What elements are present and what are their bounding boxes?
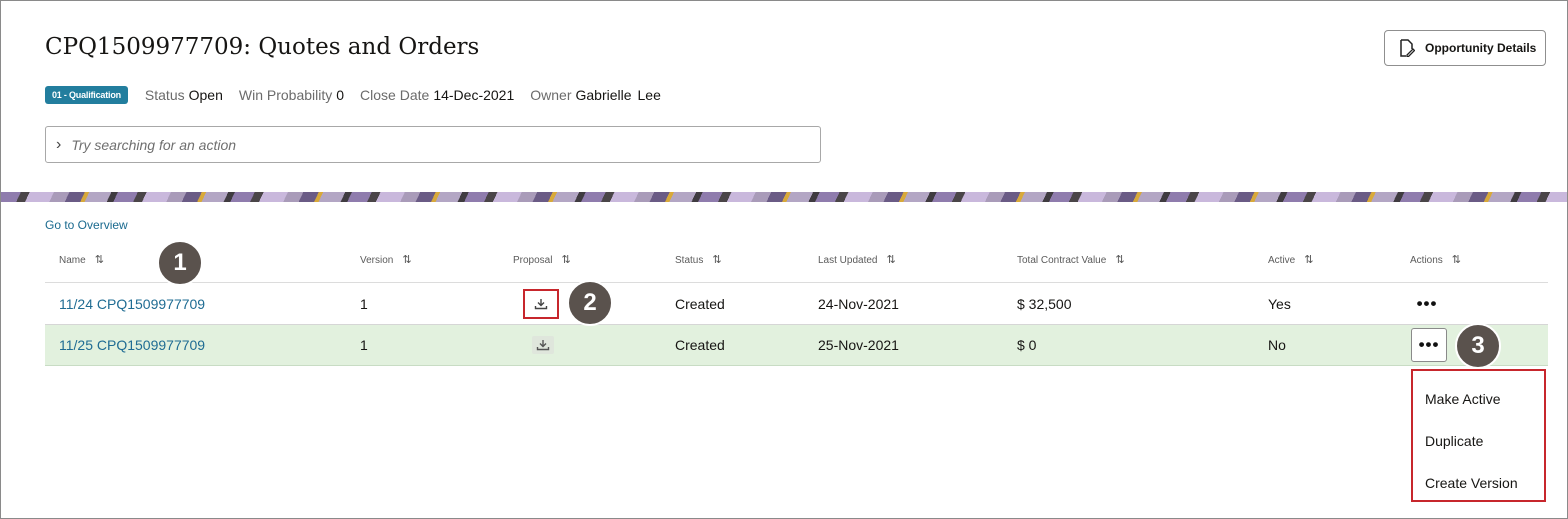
sort-icon[interactable]: ⇅ — [712, 254, 721, 266]
sort-icon[interactable]: ⇅ — [402, 254, 411, 266]
sort-icon[interactable]: ⇅ — [887, 254, 896, 266]
status-cell: Created — [675, 295, 725, 312]
opportunity-meta: 01 - Qualification Status Open Win Proba… — [45, 85, 677, 105]
active-cell: Yes — [1268, 295, 1291, 312]
menu-item-make-active[interactable]: Make Active — [1425, 391, 1500, 407]
owner-first-name: Gabrielle — [575, 87, 632, 103]
sort-icon[interactable]: ⇅ — [95, 254, 104, 266]
quote-name-link[interactable]: 11/25 CPQ1509977709 — [59, 337, 205, 353]
version-cell: 1 — [360, 337, 368, 353]
close-date-value: 14-Dec-2021 — [433, 87, 515, 103]
sort-icon[interactable]: ⇅ — [561, 254, 570, 266]
download-icon — [536, 340, 550, 351]
more-actions-icon[interactable]: ••• — [1417, 294, 1438, 314]
column-header-status[interactable]: Status ⇅ — [675, 253, 722, 266]
column-header-actions[interactable]: Actions ⇅ — [1410, 253, 1461, 266]
chevron-right-icon: › — [56, 135, 62, 153]
menu-item-create-version[interactable]: Create Version — [1425, 475, 1518, 491]
total-contract-value-cell: $ 0 — [1017, 337, 1037, 353]
version-cell: 1 — [360, 295, 368, 312]
menu-item-duplicate[interactable]: Duplicate — [1425, 433, 1483, 449]
sort-icon[interactable]: ⇅ — [1115, 254, 1124, 266]
action-search-input[interactable] — [69, 135, 774, 154]
download-proposal-button[interactable] — [532, 336, 554, 354]
column-header-last-updated[interactable]: Last Updated ⇅ — [818, 253, 896, 266]
table-row: 11/24 CPQ1509977709 1 Created 24-Nov-202… — [45, 283, 1548, 325]
document-edit-icon — [1400, 39, 1415, 57]
column-header-total-contract-value[interactable]: Total Contract Value ⇅ — [1017, 253, 1125, 266]
opportunity-details-button[interactable]: Opportunity Details — [1384, 30, 1546, 66]
decorative-banner — [1, 192, 1567, 202]
action-search[interactable]: › — [45, 126, 821, 163]
win-probability-label: Win Probability — [238, 87, 333, 103]
close-date-label: Close Date — [360, 87, 430, 103]
go-to-overview-link[interactable]: Go to Overview — [45, 218, 128, 232]
owner-label: Owner — [530, 87, 572, 103]
opportunity-details-label: Opportunity Details — [1425, 41, 1537, 55]
column-header-name[interactable]: Name ⇅ — [59, 253, 104, 266]
page-title: CPQ1509977709: Quotes and Orders — [45, 34, 480, 60]
column-header-active[interactable]: Active ⇅ — [1268, 253, 1313, 266]
column-header-version[interactable]: Version ⇅ — [360, 253, 412, 266]
table-row: 11/25 CPQ1509977709 1 Created 25-Nov-202… — [45, 325, 1548, 366]
callout-badge-2: 2 — [567, 280, 613, 326]
download-proposal-button[interactable] — [523, 288, 559, 319]
last-updated-cell: 24-Nov-2021 — [818, 295, 899, 312]
sort-icon[interactable]: ⇅ — [1452, 254, 1461, 266]
status-value: Open — [188, 87, 223, 103]
more-actions-icon: ••• — [1418, 335, 1440, 354]
callout-badge-1: 1 — [157, 240, 203, 286]
status-cell: Created — [675, 337, 725, 353]
quote-name-link[interactable]: 11/24 CPQ1509977709 — [59, 296, 205, 312]
win-probability-value: 0 — [336, 87, 345, 103]
status-label: Status — [144, 87, 185, 103]
owner-last-name: Lee — [637, 87, 661, 103]
callout-badge-3: 3 — [1455, 323, 1501, 369]
total-contract-value-cell: $ 32,500 — [1017, 295, 1072, 312]
active-cell: No — [1268, 337, 1286, 353]
column-header-proposal[interactable]: Proposal ⇅ — [513, 253, 571, 266]
download-icon — [534, 298, 548, 309]
stage-badge: 01 - Qualification — [45, 86, 128, 104]
actions-menu: Make Active Duplicate Create Version — [1411, 369, 1546, 502]
sort-icon[interactable]: ⇅ — [1304, 254, 1313, 266]
last-updated-cell: 25-Nov-2021 — [818, 337, 899, 353]
more-actions-button[interactable]: ••• — [1411, 328, 1447, 362]
window-frame — [0, 0, 1568, 519]
